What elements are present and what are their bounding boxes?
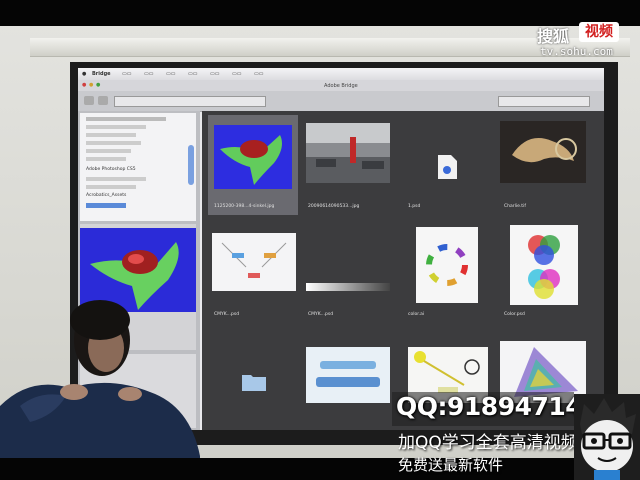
folder-row bbox=[86, 185, 136, 189]
menubar-item: ▭▭ bbox=[144, 71, 154, 77]
folder-item-label: Acrobatics_Assets bbox=[86, 193, 127, 198]
back-button bbox=[84, 96, 94, 105]
letterbox-bottom bbox=[0, 458, 640, 480]
thumbnail-caption: 1125200-398...4-sinkel.jpg bbox=[214, 204, 275, 209]
sohu-video-badge: 视频 bbox=[579, 22, 619, 42]
close-icon: ● bbox=[82, 82, 87, 88]
thumb-diagram bbox=[212, 233, 296, 291]
sohu-url: tv.sohu.com bbox=[540, 45, 613, 58]
thumbnail-caption: Color.psd bbox=[504, 312, 525, 317]
minimize-icon: ● bbox=[89, 82, 94, 88]
thumb-gradient bbox=[306, 283, 390, 291]
thumbnail-tile[interactable]: Charlie.tif bbox=[498, 115, 588, 215]
thumb-rgb-circles bbox=[510, 225, 578, 305]
forward-button bbox=[98, 96, 108, 105]
folders-panel: Adobe Photoshop CS5 Acrobatics_Assets bbox=[80, 113, 196, 221]
scrollbar bbox=[188, 145, 194, 185]
thumbnail-caption: CMYK...psd bbox=[214, 312, 240, 317]
thumbnail-tile[interactable] bbox=[208, 331, 298, 430]
sohu-brand-text: 搜狐 bbox=[537, 27, 570, 46]
thumbnail-tile[interactable]: CMYK...psd bbox=[302, 223, 392, 323]
presenter-silhouette bbox=[0, 300, 200, 466]
thumbnail-tile[interactable]: CMYK...psd bbox=[208, 223, 298, 323]
folder-row bbox=[86, 149, 131, 153]
qq-contact-text: QQ:918947147 bbox=[396, 392, 600, 421]
folder-icon bbox=[242, 375, 266, 391]
folder-row bbox=[86, 117, 166, 121]
thumb-color-wheel bbox=[416, 227, 478, 303]
folder-row bbox=[86, 125, 146, 129]
folder-row bbox=[86, 141, 141, 145]
apple-icon: ● bbox=[82, 71, 87, 77]
folder-row bbox=[86, 133, 136, 137]
thumb-gold-logo bbox=[500, 121, 586, 183]
thumb-3d-render bbox=[214, 125, 292, 189]
content-grid: 1125200-398...4-sinkel.jpg 2009061409053… bbox=[202, 111, 604, 430]
menubar-item: ▭▭ bbox=[122, 71, 132, 77]
thumbnail-tile[interactable]: 1.psd bbox=[402, 115, 492, 215]
menubar-item: ▭▭ bbox=[166, 71, 176, 77]
thumbnail-tile[interactable]: Color.psd bbox=[498, 223, 588, 323]
menubar-app-name: Bridge bbox=[92, 71, 111, 77]
sohu-video-badge-label: 视频 bbox=[585, 24, 613, 40]
thumb-text-logo bbox=[306, 347, 390, 403]
file-icon bbox=[438, 155, 457, 179]
folder-row bbox=[86, 177, 146, 181]
promo-line-2: 免费送最新软件 bbox=[398, 456, 504, 474]
menubar-item: ▭▭ bbox=[254, 71, 264, 77]
menubar-item: ▭▭ bbox=[188, 71, 198, 77]
mascot-avatar bbox=[574, 394, 640, 480]
window-title: Adobe Bridge bbox=[324, 83, 358, 89]
zoom-icon: ● bbox=[96, 82, 101, 88]
thumbnail-caption: color.ai bbox=[408, 312, 425, 317]
folder-item-label: Adobe Photoshop CS5 bbox=[86, 167, 136, 172]
folder-row-selected bbox=[86, 203, 126, 208]
bridge-toolbar bbox=[78, 91, 604, 112]
mac-menubar: ● Bridge ▭▭ ▭▭ ▭▭ ▭▭ ▭▭ ▭▭ ▭▭ bbox=[78, 68, 604, 80]
thumbnail-caption: 20090614090533...jpg bbox=[308, 204, 360, 209]
window-titlebar: ● ● ● Adobe Bridge bbox=[78, 80, 604, 91]
folder-row bbox=[86, 157, 126, 161]
search-field bbox=[498, 96, 590, 107]
thumbnail-caption: Charlie.tif bbox=[504, 204, 526, 209]
thumbnail-tile[interactable]: 20090614090533...jpg bbox=[302, 115, 392, 215]
thumbnail-tile[interactable]: color.ai bbox=[402, 223, 492, 323]
thumbnail-tile[interactable]: 1125200-398...4-sinkel.jpg bbox=[208, 115, 298, 215]
thumbnail-tile[interactable] bbox=[302, 331, 392, 430]
thumbnail-caption: CMYK...psd bbox=[308, 312, 334, 317]
menubar-item: ▭▭ bbox=[232, 71, 242, 77]
thumb-classroom-photo bbox=[306, 123, 390, 183]
menubar-item: ▭▭ bbox=[210, 71, 220, 77]
thumbnail-caption: 1.psd bbox=[408, 204, 421, 209]
path-bar bbox=[114, 96, 266, 107]
